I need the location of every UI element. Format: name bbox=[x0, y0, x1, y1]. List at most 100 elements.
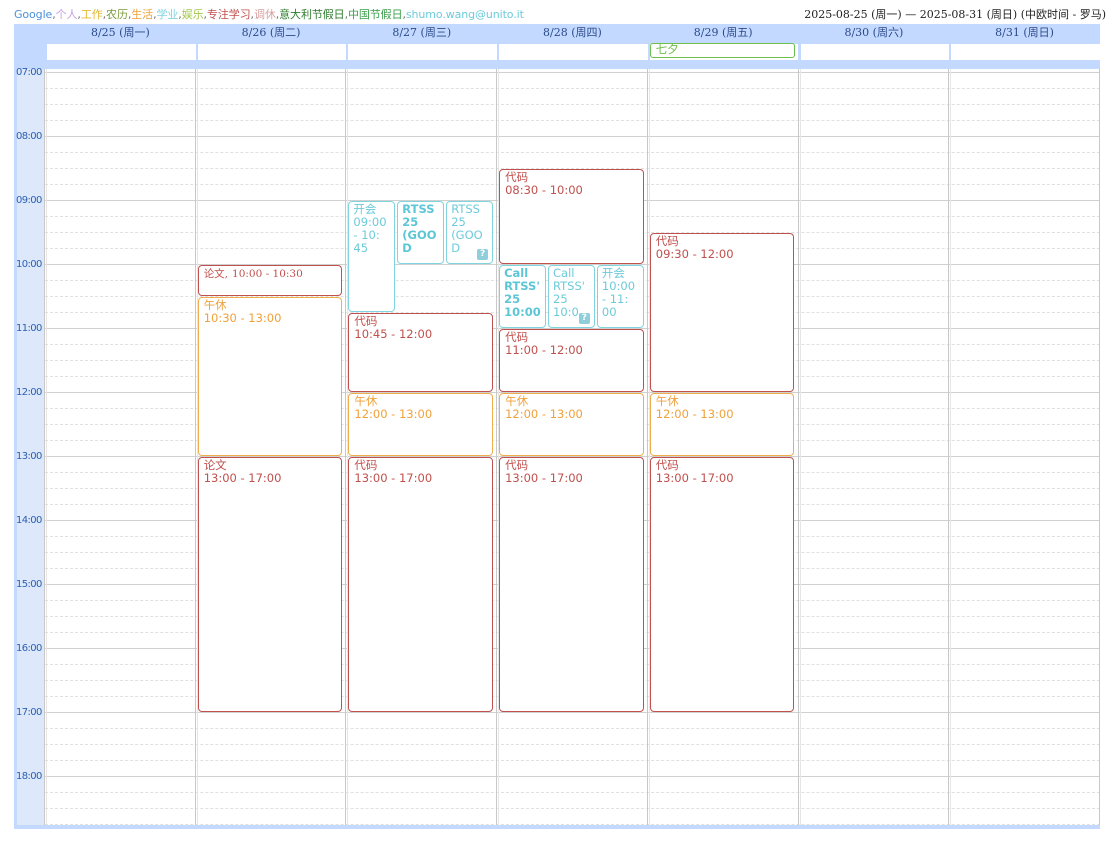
calendar-toggle-8[interactable]: 生活 bbox=[131, 8, 153, 21]
calendar-event[interactable]: 代码 09:30 - 12:00 bbox=[649, 233, 795, 392]
calendar-toggle-18[interactable]: 意大利节假日 bbox=[279, 8, 345, 21]
date-range: 2025-08-25 (周一) — 2025-08-31 (周日) (中欧时间 … bbox=[804, 8, 1106, 21]
help-icon[interactable]: ? bbox=[477, 249, 489, 260]
event-time: 13:00 - 17:00 bbox=[505, 471, 583, 485]
event-time: 09:30 - 12:00 bbox=[655, 247, 734, 261]
calendar-event[interactable]: 代码 13:00 - 17:00 bbox=[348, 457, 494, 712]
hour-line bbox=[45, 136, 1100, 137]
day-header[interactable]: 8/30 (周六) bbox=[799, 24, 950, 42]
hour-line bbox=[45, 712, 1100, 713]
day-header[interactable]: 8/31 (周日) bbox=[949, 24, 1100, 42]
all-day-event[interactable]: 七夕 bbox=[649, 43, 796, 58]
quarter-line bbox=[45, 120, 1100, 121]
calendar-toggle-12[interactable]: 娱乐 bbox=[182, 8, 204, 21]
calendar-toggle-0[interactable]: Google bbox=[14, 8, 52, 21]
all-day-cell[interactable] bbox=[498, 44, 648, 60]
calendar-event[interactable]: 论文 13:00 - 17:00 bbox=[197, 457, 343, 712]
calendar-event[interactable]: 开会 09:00 - 10: 45 bbox=[348, 201, 396, 312]
all-day-cell[interactable] bbox=[347, 44, 498, 60]
calendar-event[interactable]: 代码 08:30 - 10:00 bbox=[499, 169, 644, 264]
calendar-event[interactable]: 论文, 10:00 - 10:30 bbox=[197, 265, 343, 296]
hour-label: 12:00 bbox=[16, 387, 42, 398]
hour-label: 18:00 bbox=[16, 771, 42, 782]
calendar-event[interactable]: 代码 11:00 - 12:00 bbox=[499, 329, 644, 392]
event-time: 12:00 - 13:00 bbox=[505, 407, 583, 421]
hour-line bbox=[45, 72, 1100, 73]
day-divider bbox=[194, 69, 196, 825]
calendar-toggle-22[interactable]: shumo.wang@unito.it bbox=[406, 8, 524, 21]
day-divider-inner bbox=[46, 69, 47, 825]
event-time: 13:00 - 17:00 bbox=[354, 471, 433, 485]
hour-label: 07:00 bbox=[16, 67, 42, 78]
event-time: 12:00 - 13:00 bbox=[354, 407, 433, 421]
day-header[interactable]: 8/28 (周四) bbox=[497, 24, 648, 42]
event-time: 10:00 bbox=[504, 305, 541, 319]
quarter-line bbox=[45, 728, 1100, 729]
help-icon[interactable]: ? bbox=[578, 313, 590, 324]
all-day-cell[interactable] bbox=[799, 44, 950, 60]
quarter-line bbox=[45, 792, 1100, 793]
calendar-toggle-6[interactable]: 农历 bbox=[106, 8, 128, 21]
event-time: 13:00 - 17:00 bbox=[203, 471, 282, 485]
bottom-border bbox=[14, 825, 1100, 829]
day-divider bbox=[646, 69, 648, 825]
calendar-event[interactable]: 开会 10:00 - 11: 00 bbox=[596, 265, 644, 328]
hour-label: 16:00 bbox=[16, 643, 42, 654]
calendar-event[interactable]: 代码 13:00 - 17:00 bbox=[649, 457, 795, 712]
day-header[interactable]: 8/26 (周二) bbox=[196, 24, 347, 42]
calendar-event[interactable]: 午休 12:00 - 13:00 bbox=[499, 393, 644, 456]
calendar-toggle-14[interactable]: 专注学习 bbox=[207, 8, 251, 21]
calendar-event[interactable]: RTSS 25 (GOO D? bbox=[446, 201, 494, 264]
event-time: 11:00 - 12:00 bbox=[505, 343, 583, 357]
all-day-row: 七夕 bbox=[14, 42, 1100, 66]
hour-label: 10:00 bbox=[16, 259, 42, 270]
hour-label: 14:00 bbox=[16, 515, 42, 526]
calendar-event[interactable]: 午休 12:00 - 13:00 bbox=[348, 393, 494, 456]
hour-label: 11:00 bbox=[16, 323, 42, 334]
calendar-toggle-4[interactable]: 工作 bbox=[81, 8, 103, 21]
event-time: 08:30 - 10:00 bbox=[505, 183, 583, 197]
event-title: Call RTSS' 25 bbox=[553, 266, 585, 306]
hour-label: 08:00 bbox=[16, 131, 42, 142]
calendar-event[interactable]: 代码 10:45 - 12:00 bbox=[348, 313, 494, 392]
calendar-event[interactable]: 代码 13:00 - 17:00 bbox=[499, 457, 644, 712]
event-title: RTSS 25 (GOO D bbox=[451, 202, 483, 255]
calendar-event[interactable]: 午休 12:00 - 13:00 bbox=[649, 393, 795, 456]
day-header[interactable]: 8/27 (周三) bbox=[346, 24, 497, 42]
day-divider-inner bbox=[950, 69, 952, 825]
all-day-cell[interactable] bbox=[46, 44, 196, 60]
hour-label: 09:00 bbox=[16, 195, 42, 206]
calendar-event[interactable]: Call RTSS' 25 10:0? bbox=[548, 265, 595, 328]
quarter-line bbox=[45, 760, 1100, 761]
event-title: Call RTSS' 25 bbox=[504, 266, 540, 306]
day-header[interactable]: 8/25 (周一) bbox=[45, 24, 196, 42]
quarter-line bbox=[45, 744, 1100, 745]
calendar-toggle-10[interactable]: 学业 bbox=[156, 8, 178, 21]
quarter-line bbox=[45, 88, 1100, 89]
calendar-toggle-16[interactable]: 调休 bbox=[254, 8, 276, 21]
calendar-event[interactable]: RTSS 25 (GOO D bbox=[397, 201, 445, 264]
all-day-cell[interactable] bbox=[196, 44, 347, 60]
day-divider bbox=[44, 69, 45, 825]
event-time: 10:00 - 10:30 bbox=[232, 268, 303, 280]
event-time: 10:30 - 13:00 bbox=[203, 311, 282, 325]
day-divider bbox=[1098, 69, 1100, 825]
event-title: 论文, bbox=[203, 268, 229, 280]
day-divider bbox=[948, 69, 950, 825]
event-time: 13:00 - 17:00 bbox=[655, 471, 734, 485]
all-day-cell[interactable] bbox=[950, 44, 1100, 60]
quarter-line bbox=[45, 152, 1100, 153]
week-view: 8/25 (周一) 8/26 (周二) 8/27 (周三) 8/28 (周四) 8/29… bbox=[14, 24, 1100, 829]
calendar-event[interactable]: Call RTSS' 25 10:00 bbox=[499, 265, 546, 328]
calendar-toggle-2[interactable]: 个人 bbox=[56, 8, 78, 21]
hour-label: 15:00 bbox=[16, 579, 42, 590]
quarter-line bbox=[45, 104, 1100, 105]
hour-line bbox=[45, 776, 1100, 777]
calendar-event[interactable]: 午休 10:30 - 13:00 bbox=[197, 297, 343, 456]
day-divider-inner bbox=[799, 69, 801, 825]
calendar-toggle-20[interactable]: 中国节假日 bbox=[348, 8, 403, 21]
time-grid: 07:00 08:00 09:00 10:00 11:00 12:00 13:00 14:00… bbox=[14, 67, 1100, 825]
calendar-list: Google,个人,工作,农历,生活,学业,娱乐,专注学习,调休,意大利节假日,… bbox=[14, 6, 524, 22]
day-header[interactable]: 8/29 (周五) bbox=[648, 24, 799, 42]
day-divider bbox=[345, 69, 347, 825]
